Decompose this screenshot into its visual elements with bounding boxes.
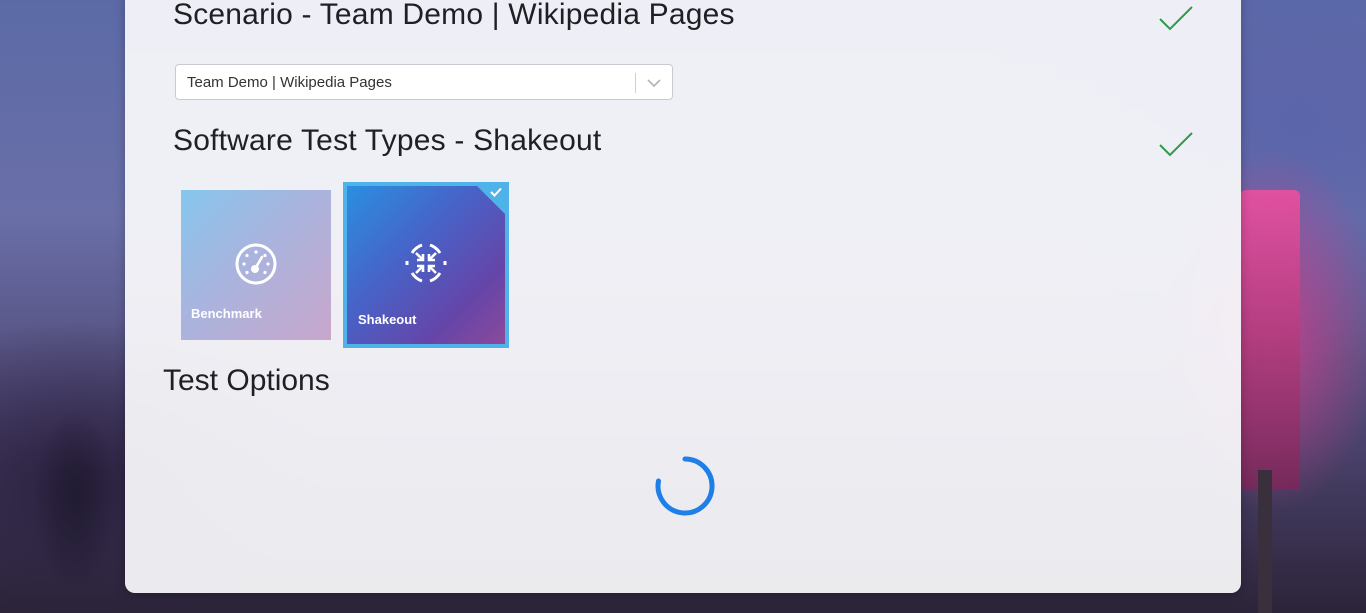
- shake-arrows-icon: [405, 243, 447, 283]
- background-post: [1258, 470, 1272, 613]
- test-type-tile-benchmark[interactable]: Benchmark: [181, 190, 331, 340]
- speedometer-icon: [235, 243, 277, 285]
- scenario-select-value: Team Demo | Wikipedia Pages: [187, 74, 392, 91]
- chevron-down-icon[interactable]: [646, 76, 662, 90]
- select-separator: [635, 73, 636, 93]
- checkmark-icon: [1159, 132, 1193, 157]
- scenario-title: Scenario - Team Demo | Wikipedia Pages: [173, 0, 735, 31]
- test-options-title: Test Options: [163, 364, 330, 397]
- test-types-title: Software Test Types - Shakeout: [173, 124, 602, 157]
- tile-label-shakeout: Shakeout: [358, 312, 417, 327]
- test-type-tile-shakeout[interactable]: Shakeout: [343, 182, 509, 348]
- checkmark-icon: [1159, 6, 1193, 31]
- tile-label-benchmark: Benchmark: [191, 306, 262, 321]
- background-cyclist: [20, 380, 130, 613]
- test-config-panel: Scenario - Team Demo | Wikipedia Pages T…: [125, 0, 1241, 593]
- scenario-select[interactable]: Team Demo | Wikipedia Pages: [175, 64, 673, 100]
- loading-spinner-icon: [655, 456, 715, 516]
- background-kiosk: [1240, 190, 1300, 490]
- selected-check-icon: [490, 187, 502, 197]
